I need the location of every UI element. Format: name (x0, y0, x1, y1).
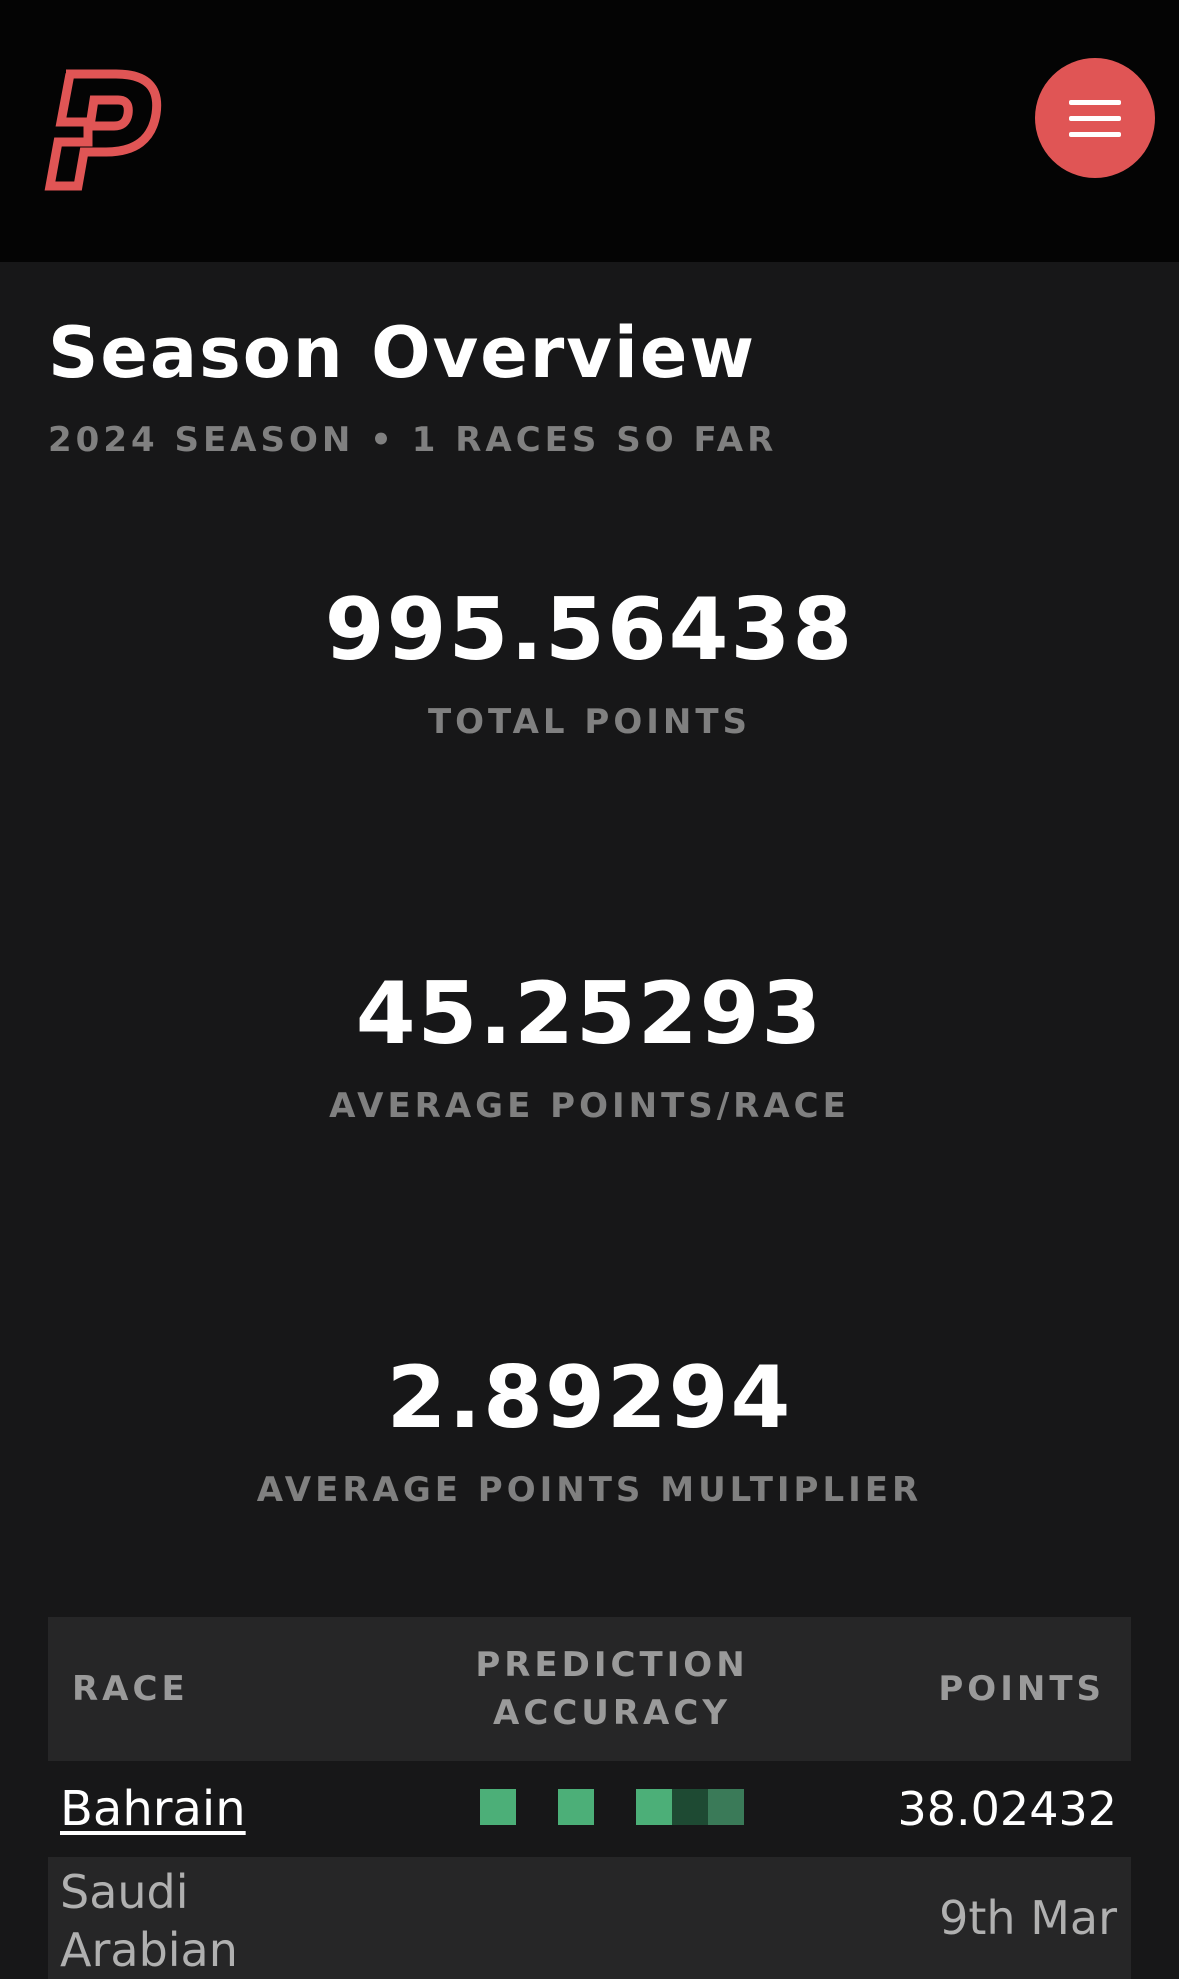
race-link-bahrain[interactable]: Bahrain (48, 1781, 246, 1837)
accuracy-square (480, 1789, 516, 1825)
table-row: Bahrain 38.02432 (48, 1761, 1131, 1857)
accuracy-square (636, 1789, 672, 1825)
accuracy-indicator (480, 1789, 744, 1825)
column-header-race: RACE (72, 1669, 189, 1709)
top-navigation-bar (0, 0, 1179, 262)
race-name-line: Arabian (60, 1923, 238, 1977)
accuracy-square (558, 1789, 594, 1825)
stat-average-points-per-race: 45.25293 AVERAGE POINTS/RACE (0, 964, 1179, 1126)
stat-average-points-multiplier: 2.89294 AVERAGE POINTS MULTIPLIER (0, 1348, 1179, 1510)
stat-label: AVERAGE POINTS/RACE (329, 1086, 850, 1126)
stat-value: 2.89294 (386, 1348, 793, 1448)
column-header-points: POINTS (938, 1669, 1105, 1709)
accuracy-cell (402, 1857, 822, 1979)
header-line: ACCURACY (493, 1693, 731, 1733)
hamburger-menu-icon (1035, 96, 1155, 140)
stat-label: TOTAL POINTS (427, 702, 752, 742)
stat-value: 995.56438 (324, 580, 855, 680)
hamburger-menu-button[interactable] (1035, 58, 1155, 178)
page-title: Season Overview (48, 312, 756, 394)
table-row: Saudi Arabian 9th Mar (48, 1857, 1131, 1979)
race-cell: Bahrain (48, 1761, 402, 1857)
season-subtitle: 2024 SEASON • 1 RACES SO FAR (48, 420, 778, 460)
race-results-table: RACE PREDICTION ACCURACY POINTS Bahrain (48, 1617, 1131, 1979)
table-header-row: RACE PREDICTION ACCURACY POINTS (48, 1617, 1131, 1761)
stat-value: 45.25293 (355, 964, 824, 1064)
stat-label: AVERAGE POINTS MULTIPLIER (256, 1470, 923, 1510)
header-line: PREDICTION (475, 1645, 749, 1685)
race-date-cell: 9th Mar (939, 1891, 1117, 1945)
accuracy-square (708, 1789, 744, 1825)
accuracy-square (672, 1789, 708, 1825)
accuracy-cell (402, 1761, 822, 1857)
stat-total-points: 995.56438 TOTAL POINTS (0, 580, 1179, 742)
column-header-prediction-accuracy: PREDICTION ACCURACY (402, 1617, 822, 1761)
race-name-line: Saudi (60, 1865, 189, 1919)
brand-p-logo-icon[interactable] (44, 66, 168, 196)
race-cell: Saudi Arabian (48, 1857, 402, 1979)
points-cell: 38.02432 (897, 1782, 1118, 1836)
